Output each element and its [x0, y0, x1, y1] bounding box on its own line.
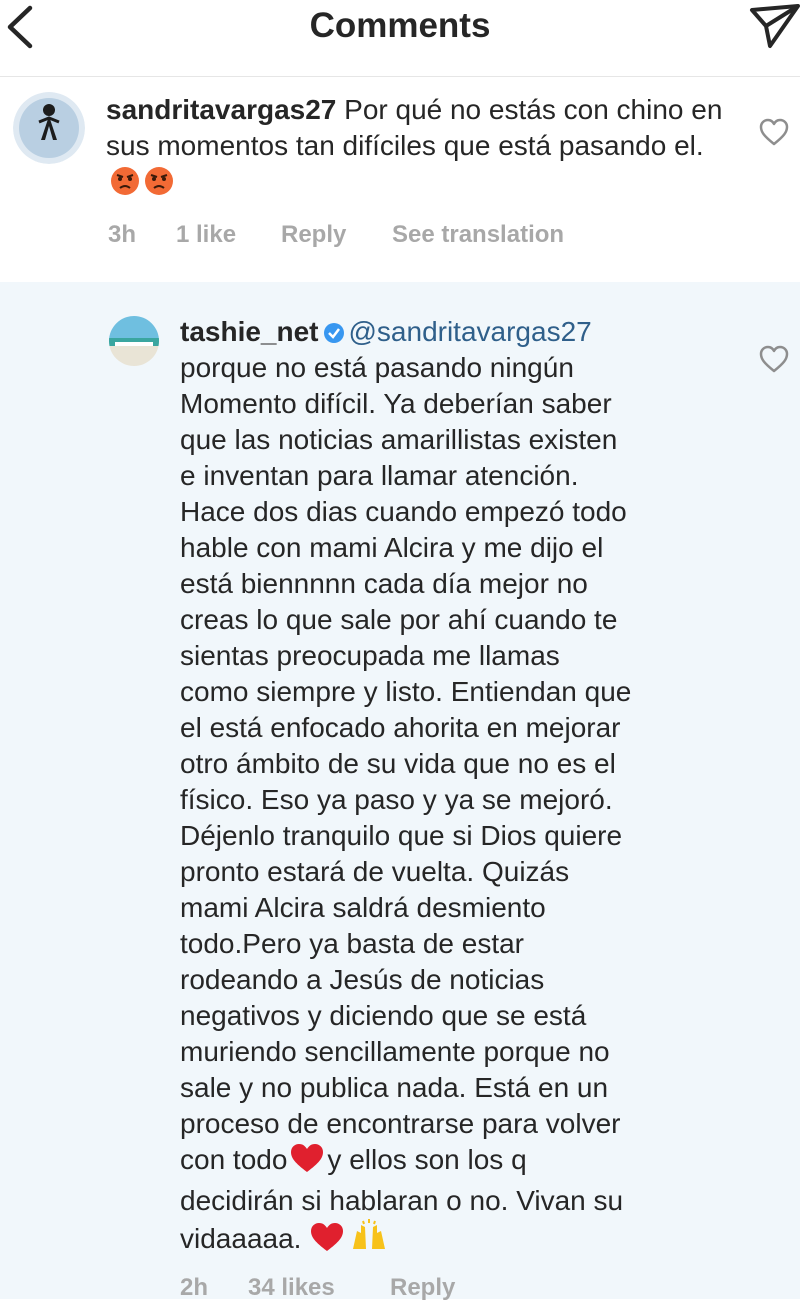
reply-line: y ellos son los q	[327, 1144, 527, 1175]
reply-line: hable con mami Alcira y me dijo el	[180, 532, 604, 563]
verified-badge-icon	[323, 317, 345, 353]
reply-line: con todo	[180, 1144, 288, 1175]
reply-line: creas lo que sale por ahí cuando te	[180, 604, 618, 635]
reply-line: Momento difícil. Ya deberían saber	[180, 388, 612, 419]
reply-line: porque no está pasando ningún	[180, 352, 574, 383]
reply-line: que las noticias amarillistas existen	[180, 424, 618, 455]
page-title: Comments	[309, 6, 491, 45]
reply-line: otro ámbito de su vida que no es el	[180, 748, 616, 779]
reply-line: Déjenlo tranquilo que si Dios quiere	[180, 820, 623, 851]
comment-username[interactable]: sandritavargas27	[106, 94, 336, 125]
reply-line: negativos y diciendo que se está	[180, 1000, 587, 1031]
reply-line: proceso de encontrarse para volver	[180, 1108, 621, 1139]
reply-line: sale y no publica nada. Está en un	[180, 1072, 609, 1103]
see-translation-link[interactable]: See translation	[392, 221, 564, 249]
reply-line: como siempre y listo. Entiendan que	[180, 676, 632, 707]
reply-line: vidaaaaa.	[180, 1223, 302, 1254]
paper-plane-icon	[750, 4, 800, 48]
mention-link[interactable]: @sandritavargas27	[349, 316, 592, 347]
reply-line: e inventan para llamar atención.	[180, 460, 579, 491]
comment-item: sandritavargas27 Por qué no estás con ch…	[0, 77, 800, 277]
like-button[interactable]	[758, 344, 790, 374]
reply-likes[interactable]: 34 likes	[248, 1274, 335, 1302]
reply-username[interactable]: tashie_net	[180, 316, 319, 347]
comment-text-block: sandritavargas27 Por qué no estás con ch…	[106, 92, 726, 205]
reply-line: todo.Pero ya basta de estar	[180, 928, 524, 959]
reply-text-end: con todo y ellos son los q decidirán si h…	[180, 1142, 740, 1262]
red-heart-emoji	[309, 1221, 345, 1262]
reply-line: está biennnnn cada día mejor no	[180, 568, 588, 599]
reply-line: decidirán si hablaran o no. Vivan su	[180, 1185, 624, 1216]
angry-face-emoji	[110, 166, 140, 205]
reply-line: muriendo sencillamente porque no	[180, 1036, 610, 1067]
heart-icon	[759, 118, 789, 146]
heart-icon	[759, 345, 789, 373]
red-heart-emoji	[289, 1142, 325, 1183]
reply-button[interactable]: Reply	[281, 221, 346, 249]
comment-time: 3h	[108, 221, 137, 248]
reply-button[interactable]: Reply	[390, 1274, 455, 1302]
angry-face-emoji	[144, 166, 174, 205]
reply-line: mami Alcira saldrá desmiento	[180, 892, 546, 923]
reply-line: rodeando a Jesús de noticias	[180, 964, 545, 995]
reply-line: pronto estará de vuelta. Quizás	[180, 856, 570, 887]
avatar[interactable]	[13, 92, 85, 164]
share-button[interactable]	[748, 2, 800, 50]
reply-line: el está enfocado ahorita en mejorar	[180, 712, 621, 743]
reply-text: porque no está pasando ningún Momento dif…	[180, 350, 740, 1142]
reply-item: tashie_net @sandritavargas27 porque no es…	[0, 282, 800, 1302]
reply-line: sientas preocupada me llamas	[180, 640, 560, 671]
comment-likes[interactable]: 1 like	[176, 221, 236, 249]
like-button[interactable]	[758, 117, 790, 147]
reply-line: físico. Eso ya paso y ya se mejoró.	[180, 784, 613, 815]
top-bar: Comments	[0, 0, 800, 77]
raising-hands-emoji	[349, 1219, 389, 1262]
reply-time: 2h	[180, 1274, 209, 1301]
avatar[interactable]	[109, 316, 159, 366]
reply-line: Hace dos dias cuando empezó todo	[180, 496, 627, 527]
reply-header: tashie_net @sandritavargas27	[180, 314, 592, 353]
